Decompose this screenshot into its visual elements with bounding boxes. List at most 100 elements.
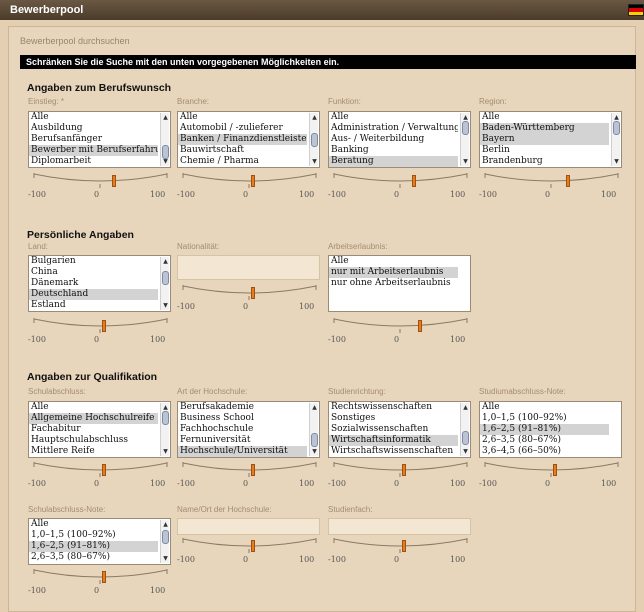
list-item[interactable]: Fachhochschule [178,424,307,435]
list-item[interactable]: 1,0–1,5 (100–92%) [29,530,158,541]
scroll-down-arrow-icon[interactable]: ▼ [161,157,170,166]
schulabschluss-listbox[interactable]: Alle Allgemeine Hochschulreife Fachabitur H… [28,401,171,458]
schulabschluss-slider[interactable]: -100 0 100 [28,459,173,491]
list-item[interactable]: nur ohne Arbeitserlaubnis [329,278,458,289]
schulabschluss-scrollbar[interactable]: ▲ ▼ [160,403,169,456]
studienfach-listbox[interactable] [328,518,471,535]
list-item[interactable]: Mittlere Reife [29,446,158,457]
funktion-scrollbar[interactable]: ▲ ▼ [460,113,469,166]
hochschulname-slider-track[interactable] [181,535,318,555]
funktion-slider-handle[interactable] [411,175,416,187]
list-item[interactable]: Ausbildung [29,123,158,134]
studiumnote-slider-handle[interactable] [552,464,557,476]
list-item[interactable]: Beratung [329,156,458,167]
list-item[interactable]: Bauwirtschaft [178,145,307,156]
branche-slider[interactable]: -100 0 100 [177,170,322,202]
list-item[interactable]: Chemie / Pharma [178,156,307,167]
studienfach-slider-handle[interactable] [401,540,406,552]
schulnote-slider-handle[interactable] [101,571,106,583]
list-item[interactable]: China [29,267,158,278]
list-item[interactable]: Alle [480,402,609,413]
list-item[interactable]: 1,0–1,5 (100–92%) [480,413,609,424]
list-item[interactable]: Berufsakademie [178,402,307,413]
list-item[interactable]: Automobil / -zulieferer [178,123,307,134]
schulnote-scroll-thumb[interactable] [162,530,169,544]
german-flag-icon[interactable] [628,4,644,16]
studiumnote-slider-track[interactable] [483,459,620,479]
list-item[interactable]: Deutschland [29,289,158,300]
scroll-down-arrow-icon[interactable]: ▼ [461,447,470,456]
arbeitserlaubnis-slider[interactable]: -100 0 100 [328,315,473,347]
nationalitaet-listbox[interactable] [177,255,320,280]
list-item[interactable]: Administration / Verwaltung [329,123,458,134]
einstieg-listbox[interactable]: Alle Ausbildung Berufsanfänger Bewerber mit… [28,111,171,168]
schulabschluss-slider-handle[interactable] [101,464,106,476]
nationalitaet-slider-handle[interactable] [250,287,255,299]
nationalitaet-slider[interactable]: -100 0 100 [177,282,322,314]
list-item[interactable]: Alle [329,256,458,267]
scroll-up-arrow-icon[interactable]: ▲ [461,403,470,412]
studienfach-slider[interactable]: -100 0 100 [328,535,473,567]
studienrichtung-listbox[interactable]: Rechtswissenschaften Sonstiges Sozialwisse… [328,401,471,458]
studiumnote-listbox[interactable]: Alle 1,0–1,5 (100–92%) 1,6–2,5 (91–81%) 2,6… [479,401,622,458]
list-item[interactable]: Bewerber mit Berufserfahrung [29,145,158,156]
scroll-down-arrow-icon[interactable]: ▼ [161,447,170,456]
region-scroll-thumb[interactable] [613,121,620,135]
list-item[interactable]: Berufsanfänger [29,134,158,145]
studienrichtung-scrollbar[interactable]: ▲ ▼ [460,403,469,456]
list-item[interactable]: 1,6–2,5 (91–81%) [480,424,609,435]
list-item[interactable]: Rechtswissenschaften [329,402,458,413]
hochschulart-scrollbar[interactable]: ▲ ▼ [309,403,318,456]
branche-slider-track[interactable] [181,170,318,190]
einstieg-scrollbar[interactable]: ▲ ▼ [160,113,169,166]
list-item[interactable]: 2,6–3,5 (80–67%) [29,552,158,563]
schulnote-scrollbar[interactable]: ▲ ▼ [160,520,169,563]
list-item[interactable]: Brandenburg [480,156,609,167]
list-item[interactable]: Alle [480,112,609,123]
list-item[interactable]: Bulgarien [29,256,158,267]
list-item[interactable]: Bayern [480,134,609,145]
studienrichtung-slider-track[interactable] [332,459,469,479]
arbeitserlaubnis-slider-handle[interactable] [418,320,423,332]
list-item[interactable]: Alle [29,519,158,530]
hochschulart-scroll-thumb[interactable] [311,433,318,447]
hochschulname-slider[interactable]: -100 0 100 [177,535,322,567]
hochschulart-slider-handle[interactable] [250,464,255,476]
funktion-slider-track[interactable] [332,170,469,190]
list-item[interactable]: 1,6–2,5 (91–81%) [29,541,158,552]
schulnote-listbox[interactable]: Alle 1,0–1,5 (100–92%) 1,6–2,5 (91–81%) 2,6… [28,518,171,565]
scroll-down-arrow-icon[interactable]: ▼ [461,157,470,166]
branche-scroll-thumb[interactable] [311,133,318,147]
funktion-listbox[interactable]: Alle Administration / Verwaltung Aus- / We… [328,111,471,168]
list-item[interactable]: Aus- / Weiterbildung [329,134,458,145]
branche-slider-handle[interactable] [250,175,255,187]
list-item[interactable]: Baden-Württemberg [480,123,609,134]
scroll-down-arrow-icon[interactable]: ▼ [612,157,621,166]
list-item[interactable]: Business School [178,413,307,424]
schulnote-slider-track[interactable] [32,566,169,586]
list-item[interactable]: 2,6–3,5 (80–67%) [480,435,609,446]
land-slider[interactable]: -100 0 100 [28,315,173,347]
scroll-down-arrow-icon[interactable]: ▼ [310,157,319,166]
schulnote-slider[interactable]: -100 0 100 [28,566,173,598]
einstieg-slider-handle[interactable] [111,175,116,187]
land-listbox[interactable]: Bulgarien China Dänemark Deutschland Estland… [28,255,171,312]
land-slider-track[interactable] [32,315,169,335]
einstieg-slider[interactable]: -100 0 100 [28,170,173,202]
list-item[interactable]: Fernuniversität [178,435,307,446]
scroll-up-arrow-icon[interactable]: ▲ [161,520,170,529]
list-item[interactable]: Diplomarbeit [29,156,158,167]
land-scrollbar[interactable]: ▲ ▼ [160,257,169,310]
nationalitaet-slider-track[interactable] [181,282,318,302]
scroll-up-arrow-icon[interactable]: ▲ [161,257,170,266]
list-item[interactable]: Hauptschulabschluss [29,435,158,446]
arbeitserlaubnis-listbox[interactable]: Alle nur mit Arbeitserlaubnis nur ohne Arb… [328,255,471,312]
studiumnote-slider[interactable]: -100 0 100 [479,459,624,491]
list-item[interactable]: Wirtschaftsinformatik [329,435,458,446]
hochschulart-slider-track[interactable] [181,459,318,479]
schulabschluss-scroll-thumb[interactable] [162,411,169,425]
studienrichtung-slider[interactable]: -100 0 100 [328,459,473,491]
list-item[interactable]: Berlin [480,145,609,156]
einstieg-slider-track[interactable] [32,170,169,190]
region-scrollbar[interactable]: ▲ ▼ [611,113,620,166]
